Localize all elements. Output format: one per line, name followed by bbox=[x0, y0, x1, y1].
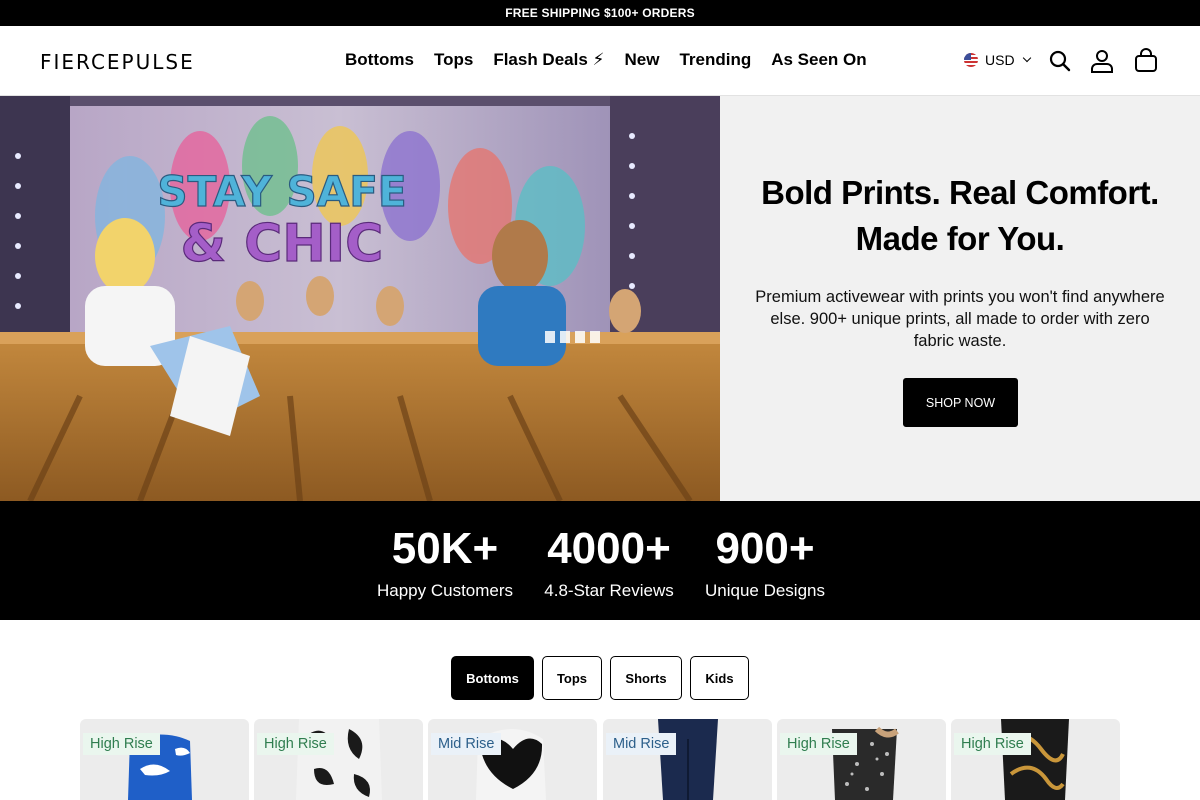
product-image bbox=[832, 726, 899, 800]
product-grid: High Rise High Rise Mid Rise Mid Rise Hi… bbox=[80, 719, 1120, 800]
stat-customers: 50K+ Happy Customers bbox=[376, 524, 514, 600]
hero-sign-line1: STAY SAFE bbox=[157, 167, 406, 216]
hero-sign-line2: & CHIC bbox=[181, 214, 384, 274]
currency-label: USD bbox=[985, 52, 1015, 68]
account-icon[interactable] bbox=[1089, 48, 1115, 74]
stat-reviews: 4000+ 4.8-Star Reviews bbox=[544, 524, 674, 600]
product-image bbox=[658, 719, 718, 800]
currency-selector[interactable]: USD bbox=[964, 52, 1031, 68]
logo[interactable]: FIERCEPULSE bbox=[40, 50, 195, 74]
main-nav: Bottoms Tops Flash Deals ⚡ New Trending … bbox=[345, 50, 867, 70]
shop-now-button[interactable]: SHOP NOW bbox=[903, 378, 1018, 427]
product-image bbox=[296, 719, 382, 800]
tab-kids[interactable]: Kids bbox=[690, 656, 749, 700]
stat-designs: 900+ Unique Designs bbox=[704, 524, 825, 600]
chevron-down-icon bbox=[1022, 53, 1031, 63]
product-card[interactable]: Mid Rise bbox=[428, 719, 597, 800]
product-image bbox=[1001, 719, 1069, 800]
nav-flash-deals[interactable]: Flash Deals ⚡ bbox=[493, 50, 604, 70]
nav-trending[interactable]: Trending bbox=[679, 50, 751, 70]
hero-subtitle: Premium activewear with prints you won't… bbox=[755, 288, 1165, 350]
hero-scene: STAY SAFE & CHIC bbox=[0, 96, 720, 501]
product-image bbox=[128, 734, 192, 800]
site-header: FIERCEPULSE Bottoms Tops Flash Deals ⚡ N… bbox=[0, 26, 1200, 96]
hero-image: STAY SAFE & CHIC bbox=[0, 96, 720, 501]
rise-badge: High Rise bbox=[954, 733, 1031, 755]
product-card[interactable]: High Rise bbox=[80, 719, 249, 800]
nav-as-seen-on[interactable]: As Seen On bbox=[771, 50, 866, 70]
announcement-bar: FREE SHIPPING $100+ ORDERS bbox=[0, 0, 1200, 26]
product-card[interactable]: Mid Rise bbox=[603, 719, 772, 800]
category-tabs: Bottoms Tops Shorts Kids bbox=[451, 656, 749, 700]
product-card[interactable]: High Rise bbox=[777, 719, 946, 800]
us-flag-icon bbox=[964, 53, 978, 67]
nav-bottoms[interactable]: Bottoms bbox=[345, 50, 414, 70]
nav-tops[interactable]: Tops bbox=[434, 50, 473, 70]
rise-badge: High Rise bbox=[83, 733, 160, 755]
nav-new[interactable]: New bbox=[624, 50, 659, 70]
stats-bar: 50K+ Happy Customers 4000+ 4.8-Star Revi… bbox=[0, 501, 1200, 620]
rise-badge: High Rise bbox=[257, 733, 334, 755]
cart-bag-icon[interactable] bbox=[1133, 48, 1159, 74]
tab-tops[interactable]: Tops bbox=[542, 656, 602, 700]
rise-badge: Mid Rise bbox=[606, 733, 677, 755]
tab-bottoms[interactable]: Bottoms bbox=[451, 656, 534, 700]
product-image bbox=[476, 729, 546, 800]
hero-panel: Bold Prints. Real Comfort. Made for You.… bbox=[720, 96, 1200, 501]
product-card[interactable]: High Rise bbox=[254, 719, 423, 800]
product-card[interactable]: High Rise bbox=[951, 719, 1120, 800]
search-icon[interactable] bbox=[1047, 48, 1073, 74]
hero-title: Bold Prints. Real Comfort. Made for You. bbox=[761, 174, 1159, 257]
tab-shorts[interactable]: Shorts bbox=[610, 656, 682, 700]
rise-badge: Mid Rise bbox=[431, 733, 502, 755]
rise-badge: High Rise bbox=[780, 733, 857, 755]
